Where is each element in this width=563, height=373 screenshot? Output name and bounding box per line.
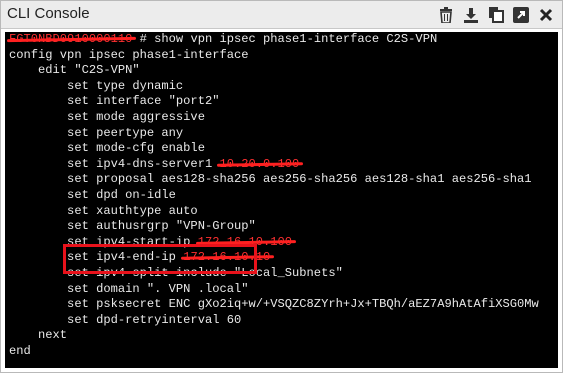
console-line: set mode-cfg enable <box>9 141 205 156</box>
console-line: set mode aggressive <box>9 109 205 124</box>
console-lines: FGT0NBD0910000110 # show vpn ipsec phase… <box>9 32 558 359</box>
end-prefix: set ipv4-end-ip <box>9 250 184 265</box>
console-line: set xauthtype auto <box>9 203 198 218</box>
console-line: end <box>9 343 31 358</box>
title-bar: CLI Console <box>1 1 562 29</box>
console-line: set dpd-retryinterval 60 <box>9 312 242 327</box>
redacted-end-ip: 172.16.10.10 <box>183 250 271 265</box>
console-line: set dpd on-idle <box>9 187 176 202</box>
console-line: set type dynamic <box>9 78 184 93</box>
domain-line: set domain ". VPN .local" <box>9 281 249 296</box>
console-line: set proposal aes128-sha256 aes256-sha256… <box>9 172 532 187</box>
end-ip-line: set ipv4-end-ip 172.16.10.10 <box>9 250 558 266</box>
console-line: config vpn ipsec phase1-interface <box>9 47 249 62</box>
trash-icon[interactable] <box>436 5 456 24</box>
command-line: FGT0NBD0910000110 # show vpn ipsec phase… <box>9 32 558 48</box>
redacted-hostname: FGT0NBD0910000110 <box>9 32 133 46</box>
start-ip-line: set ipv4-start-ip 172.16.10.100 <box>9 235 558 251</box>
command-text: # show vpn ipsec phase1-interface C2S-VP… <box>132 32 438 46</box>
close-icon[interactable] <box>536 5 556 24</box>
dns-prefix: set ipv4-dns-server1 <box>9 156 220 171</box>
console-toolbar <box>436 5 556 24</box>
copy-icon[interactable] <box>486 5 506 24</box>
redacted-start-ip: 172.16.10.100 <box>197 234 293 249</box>
redacted-dns: 10.20.0.100 <box>219 156 300 171</box>
start-prefix: set ipv4-start-ip <box>9 234 198 249</box>
window-title: CLI Console <box>7 5 90 22</box>
console-line: set authusrgrp "VPN-Group" <box>9 219 256 234</box>
console-line: edit "C2S-VPN" <box>9 63 140 78</box>
split-include-line: set ipv4-split-include "Local_Subnets" <box>9 265 343 280</box>
cli-console-window: CLI Console FGT0NBD0910000110 # show vpn… <box>0 0 563 373</box>
console-line: set interface "port2" <box>9 94 220 109</box>
download-icon[interactable] <box>461 5 481 24</box>
console-line: set peertype any <box>9 125 184 140</box>
expand-icon[interactable] <box>511 5 531 24</box>
psk-line: set psksecret ENC gXo2iq+w/+VSQZC8ZYrh+J… <box>9 297 539 312</box>
console-output[interactable]: FGT0NBD0910000110 # show vpn ipsec phase… <box>5 32 558 368</box>
console-line: next <box>9 328 68 343</box>
dns-line: set ipv4-dns-server1 10.20.0.100 <box>9 157 558 173</box>
